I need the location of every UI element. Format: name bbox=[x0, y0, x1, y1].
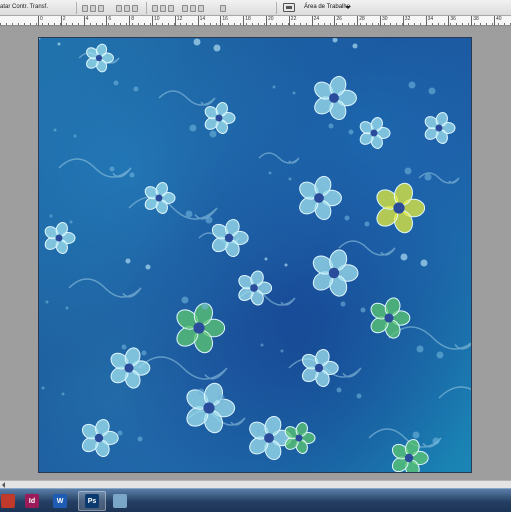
chevron-down-icon[interactable] bbox=[345, 6, 351, 9]
ruler-label: 18 bbox=[245, 16, 251, 22]
ruler-tick bbox=[311, 16, 313, 26]
ruler-tick bbox=[174, 16, 176, 26]
ruler-label: 0 bbox=[40, 16, 43, 22]
ruler-label: 36 bbox=[450, 16, 456, 22]
distribute-horizontal-buttons bbox=[182, 4, 204, 13]
taskbar: Id W Ps bbox=[0, 488, 511, 512]
distribute-center-icon[interactable] bbox=[190, 5, 196, 12]
ruler-tick bbox=[152, 16, 153, 26]
distribute-middle-icon[interactable] bbox=[160, 5, 166, 12]
ruler-tick bbox=[288, 16, 290, 26]
document-canvas[interactable] bbox=[38, 37, 472, 473]
transform-controls-label[interactable]: atar Contr. Transf. bbox=[0, 4, 48, 10]
ruler-tick bbox=[60, 16, 62, 26]
ruler-tick bbox=[38, 16, 39, 26]
ruler-label: 20 bbox=[268, 16, 274, 22]
align-top-icon[interactable] bbox=[82, 5, 88, 12]
ruler-tick bbox=[83, 16, 85, 26]
distribute-left-icon[interactable] bbox=[182, 5, 188, 12]
canvas-workspace bbox=[0, 27, 511, 480]
ruler-label: 38 bbox=[473, 16, 479, 22]
auto-align-buttons bbox=[220, 4, 226, 13]
ruler-label: 2 bbox=[62, 16, 66, 22]
align-horizontal-buttons bbox=[116, 4, 138, 13]
ruler-tick bbox=[266, 16, 267, 26]
word-icon: W bbox=[53, 494, 67, 508]
separator bbox=[146, 2, 147, 14]
ruler-tick bbox=[425, 16, 427, 26]
distribute-top-icon[interactable] bbox=[152, 5, 158, 12]
ruler-label: 26 bbox=[336, 16, 342, 22]
taskbar-button[interactable]: Ps bbox=[78, 491, 106, 511]
horizontal-scrollbar[interactable] bbox=[0, 480, 511, 488]
ruler-tick bbox=[380, 16, 381, 26]
options-bar: atar Contr. Transf. Área de Trabalho bbox=[0, 0, 511, 16]
align-bottom-icon[interactable] bbox=[98, 5, 104, 12]
ruler-label: 32 bbox=[404, 16, 411, 22]
ruler-label: 16 bbox=[222, 16, 228, 22]
ruler-label: 8 bbox=[131, 16, 134, 22]
separator bbox=[276, 2, 277, 14]
image-viewer-icon bbox=[113, 494, 127, 508]
ruler-label: 4 bbox=[85, 16, 89, 22]
ruler-label: 30 bbox=[382, 16, 388, 22]
ruler-tick bbox=[220, 16, 222, 26]
ruler-tick bbox=[494, 16, 495, 26]
taskbar-button[interactable]: Id bbox=[18, 491, 46, 511]
align-middle-icon[interactable] bbox=[90, 5, 96, 12]
ruler-label: 22 bbox=[290, 16, 297, 22]
ruler-label: 10 bbox=[154, 16, 160, 22]
auto-align-icon[interactable] bbox=[220, 5, 226, 12]
ruler-tick bbox=[197, 16, 199, 26]
ruler-label: 12 bbox=[176, 16, 183, 22]
separator bbox=[76, 2, 77, 14]
ruler-label: 6 bbox=[108, 16, 112, 22]
distribute-buttons bbox=[152, 4, 174, 13]
ruler-tick bbox=[402, 16, 404, 26]
align-buttons bbox=[82, 4, 104, 13]
ruler-label: 40 bbox=[496, 16, 502, 22]
ruler-tick bbox=[471, 16, 473, 26]
horizontal-ruler[interactable]: 0 2 4 6 8 10 12 14 16 18 20 22 24 26 28 30 32 34 36 38 40 bbox=[0, 16, 511, 26]
distribute-bottom-icon[interactable] bbox=[168, 5, 174, 12]
floral-artwork-image bbox=[39, 38, 471, 472]
ruler-label: 34 bbox=[427, 16, 434, 22]
align-right-icon[interactable] bbox=[132, 5, 138, 12]
ruler-tick bbox=[243, 16, 245, 26]
ruler-label: 14 bbox=[199, 16, 206, 22]
indesign-icon: Id bbox=[25, 494, 39, 508]
align-left-icon[interactable] bbox=[116, 5, 122, 12]
distribute-right-icon[interactable] bbox=[198, 5, 204, 12]
ruler-label: 28 bbox=[359, 16, 365, 22]
taskbar-button[interactable]: W bbox=[46, 491, 74, 511]
taskbar-button[interactable] bbox=[106, 491, 134, 511]
ruler-tick bbox=[448, 16, 450, 26]
align-center-icon[interactable] bbox=[124, 5, 130, 12]
workspace-switcher[interactable]: Área de Trabalho bbox=[304, 4, 350, 10]
ruler-tick bbox=[106, 16, 108, 26]
workspace-icon[interactable] bbox=[283, 3, 295, 12]
ruler-tick bbox=[334, 16, 336, 26]
ruler-label: 24 bbox=[313, 16, 320, 22]
photoshop-icon: Ps bbox=[85, 494, 99, 508]
ruler-tick bbox=[357, 16, 359, 26]
ruler-tick bbox=[129, 16, 131, 26]
adobe-app-icon bbox=[1, 494, 15, 508]
